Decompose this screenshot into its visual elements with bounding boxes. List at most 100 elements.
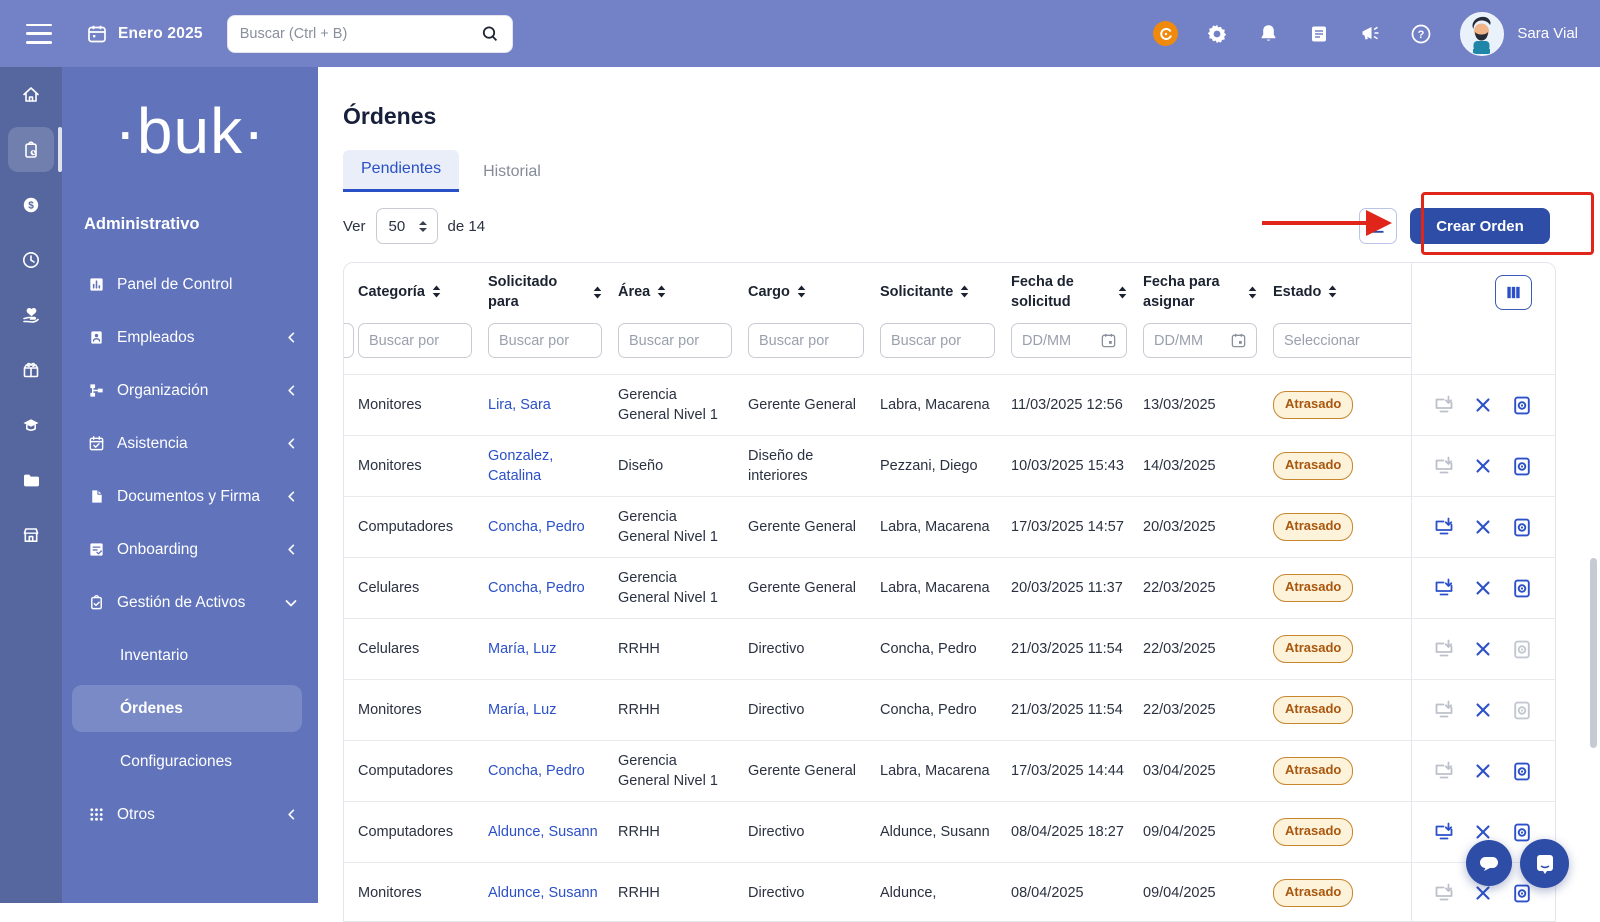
bell-icon[interactable]	[1256, 22, 1280, 46]
column-header-2[interactable]: Área	[618, 282, 748, 302]
view-order-button[interactable]	[1511, 882, 1533, 904]
gear-icon[interactable]	[1205, 22, 1229, 46]
assets-icon	[88, 594, 106, 611]
sidebar-subitem--rdenes[interactable]: Órdenes	[72, 685, 302, 732]
sort-icon[interactable]	[432, 285, 441, 298]
sidebar-subitem-configuraciones[interactable]: Configuraciones	[62, 735, 318, 788]
global-search[interactable]	[227, 15, 513, 53]
column-header-7[interactable]: Estado	[1273, 282, 1411, 302]
filter-input-1[interactable]	[488, 323, 602, 358]
cancel-order-button[interactable]	[1472, 455, 1494, 477]
notes-icon[interactable]	[1307, 22, 1331, 46]
cancel-order-button[interactable]	[1472, 577, 1494, 599]
clipped-filter-input[interactable]	[343, 323, 354, 358]
cancel-order-button[interactable]	[1472, 760, 1494, 782]
tab-pendientes[interactable]: Pendientes	[343, 150, 459, 192]
page-size-select[interactable]: 50	[376, 208, 438, 244]
sidebar-item-documentos-y-firma[interactable]: Documentos y Firma	[62, 470, 318, 523]
sort-icon[interactable]	[1248, 286, 1257, 299]
chat-bubble-button[interactable]	[1466, 840, 1512, 886]
sidebar-item-organizaci-n[interactable]: Organización	[62, 364, 318, 417]
orange-status-icon[interactable]	[1153, 21, 1178, 46]
requested-for-link[interactable]: Concha, Pedro	[488, 580, 585, 596]
filter-date-5[interactable]	[1011, 323, 1127, 358]
column-header-0[interactable]: Categoría	[358, 282, 488, 302]
requested-for-link[interactable]: Gonzalez, Catalina	[488, 448, 553, 484]
column-header-5[interactable]: Fecha de solicitud	[1011, 272, 1143, 313]
requested-for-link[interactable]: Aldunce, Susann	[488, 824, 598, 840]
requested-for-link[interactable]: Aldunce, Susann	[488, 885, 598, 901]
view-order-button[interactable]	[1511, 455, 1533, 477]
view-order-button[interactable]	[1511, 516, 1533, 538]
sort-icon[interactable]	[1328, 285, 1337, 298]
requested-for-link[interactable]: Concha, Pedro	[488, 763, 585, 779]
tab-historial[interactable]: Historial	[465, 153, 559, 192]
sidebar-item-empleados[interactable]: Empleados	[62, 311, 318, 364]
sidebar-item-panel-de-control[interactable]: Panel de Control	[62, 258, 318, 311]
status-badge: Atrasado	[1273, 452, 1353, 479]
avatar[interactable]	[1460, 12, 1504, 56]
rail-item-store-icon[interactable]	[0, 507, 62, 562]
requested-for-link[interactable]: María, Luz	[488, 702, 557, 718]
sidebar-item-asistencia[interactable]: Asistencia	[62, 417, 318, 470]
assign-device-button[interactable]	[1433, 516, 1455, 538]
rail-item-home-icon[interactable]	[0, 67, 62, 122]
cancel-order-button[interactable]	[1472, 699, 1494, 721]
rail-item-clock-icon[interactable]	[0, 232, 62, 287]
cancel-order-button[interactable]	[1472, 394, 1494, 416]
sidebar-item-label: Onboarding	[117, 541, 285, 559]
rail-item-orders-clipboard-icon[interactable]	[0, 122, 62, 177]
vertical-scrollbar[interactable]	[1590, 558, 1597, 748]
search-input[interactable]	[240, 26, 480, 42]
sort-icon[interactable]	[593, 286, 602, 299]
view-order-button[interactable]	[1511, 394, 1533, 416]
column-label: Cargo	[748, 282, 790, 302]
requested-for-link[interactable]: María, Luz	[488, 641, 557, 657]
view-order-button[interactable]	[1511, 821, 1533, 843]
sidebar-item-otros[interactable]: Otros	[62, 788, 318, 841]
filter-input-2[interactable]	[618, 323, 732, 358]
cell-0: Celulares	[358, 639, 488, 659]
sort-icon[interactable]	[657, 285, 666, 298]
menu-icon[interactable]	[26, 24, 52, 44]
assign-device-button[interactable]	[1433, 821, 1455, 843]
sort-icon[interactable]	[1118, 286, 1127, 299]
rail-item-training-icon[interactable]	[0, 397, 62, 452]
requested-for-link[interactable]: Concha, Pedro	[488, 519, 585, 535]
help-center-button[interactable]	[1520, 839, 1569, 888]
sidebar-item-gesti-n-de-activos[interactable]: Gestión de Activos	[62, 576, 318, 629]
download-button[interactable]	[1359, 208, 1397, 244]
search-icon[interactable]	[480, 24, 500, 44]
cancel-order-button[interactable]	[1472, 638, 1494, 660]
filter-input-3[interactable]	[748, 323, 864, 358]
column-header-4[interactable]: Solicitante	[880, 282, 1011, 302]
help-icon[interactable]: ?	[1409, 22, 1433, 46]
period-label[interactable]: Enero 2025	[118, 25, 203, 43]
column-header-6[interactable]: Fecha para asignar	[1143, 272, 1273, 313]
megaphone-icon[interactable]	[1358, 22, 1382, 46]
sort-icon[interactable]	[797, 285, 806, 298]
view-order-button[interactable]	[1511, 760, 1533, 782]
calendar-icon[interactable]	[86, 23, 108, 45]
benefits-icon	[21, 305, 41, 325]
requested-for-link[interactable]: Lira, Sara	[488, 397, 551, 413]
view-order-button[interactable]	[1511, 577, 1533, 599]
column-header-3[interactable]: Cargo	[748, 282, 880, 302]
filter-input-4[interactable]	[880, 323, 995, 358]
create-order-button[interactable]: Crear Orden	[1410, 208, 1550, 244]
filter-select-7[interactable]	[1273, 323, 1411, 358]
column-header-1[interactable]: Solicitado para	[488, 272, 618, 313]
sort-icon[interactable]	[960, 285, 969, 298]
cancel-order-button[interactable]	[1472, 516, 1494, 538]
columns-settings-button[interactable]	[1495, 275, 1532, 310]
rail-item-gifts-icon[interactable]	[0, 342, 62, 397]
rail-item-money-icon[interactable]: $	[0, 177, 62, 232]
user-name[interactable]: Sara Vial	[1517, 25, 1578, 42]
sidebar-subitem-inventario[interactable]: Inventario	[62, 629, 318, 682]
filter-date-6[interactable]	[1143, 323, 1257, 358]
rail-item-folder-icon[interactable]	[0, 452, 62, 507]
filter-input-0[interactable]	[358, 323, 472, 358]
sidebar-item-onboarding[interactable]: Onboarding	[62, 523, 318, 576]
rail-item-benefits-icon[interactable]	[0, 287, 62, 342]
assign-device-button[interactable]	[1433, 577, 1455, 599]
